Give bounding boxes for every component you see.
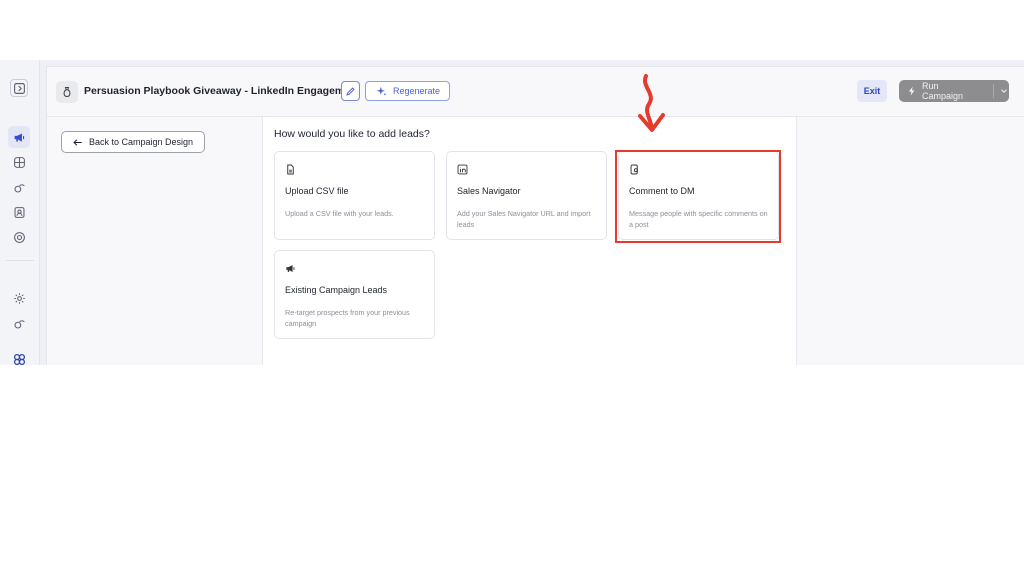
icon-rail	[0, 60, 40, 365]
run-campaign-button[interactable]: Run Campaign	[899, 80, 1009, 102]
app-frame: Persuasion Playbook Giveaway - LinkedIn …	[0, 60, 1024, 365]
grid-icon[interactable]	[8, 151, 30, 173]
lightning-icon	[908, 86, 915, 96]
lead-option-upload-csv[interactable]: Upload CSV file Upload a CSV file with y…	[274, 151, 435, 240]
link-icon[interactable]	[8, 176, 30, 198]
campaign-editor: Persuasion Playbook Giveaway - LinkedIn …	[46, 66, 1024, 365]
integrations-icon[interactable]	[8, 312, 30, 334]
arrow-left-icon	[73, 138, 82, 146]
chevron-down-icon	[1001, 89, 1007, 93]
right-pane	[796, 117, 1024, 365]
contact-card-icon[interactable]	[8, 201, 30, 223]
campaign-header: Persuasion Playbook Giveaway - LinkedIn …	[47, 67, 1024, 117]
lead-option-title: Upload CSV file	[285, 186, 349, 196]
settings-gear-icon[interactable]	[8, 287, 30, 309]
linkedin-icon	[457, 162, 469, 175]
lead-option-description: Upload a CSV file with your leads.	[285, 209, 394, 218]
annotation-arrow-icon	[638, 74, 665, 132]
support-icon[interactable]	[8, 226, 30, 248]
regenerate-button[interactable]: Regenerate	[365, 81, 450, 101]
lead-option-title: Existing Campaign Leads	[285, 285, 388, 295]
lead-option-existing-campaign-leads[interactable]: Existing Campaign Leads Re-target prospe…	[274, 250, 435, 339]
rail-divider	[6, 260, 34, 261]
lead-source-question: How would you like to add leads?	[274, 128, 430, 140]
sidebar-toggle-icon[interactable]	[10, 79, 28, 97]
annotation-highlight-box	[615, 150, 781, 243]
back-label: Back to Campaign Design	[89, 137, 194, 147]
exit-button[interactable]: Exit	[857, 80, 887, 102]
campaigns-megaphone-icon[interactable]	[8, 126, 30, 148]
megaphone-icon	[285, 261, 297, 273]
brand-logo-icon	[8, 348, 30, 365]
lead-option-description: Add your Sales Navigator URL and import …	[457, 209, 591, 229]
campaign-title: Persuasion Playbook Giveaway - LinkedIn …	[84, 85, 360, 97]
back-to-campaign-design-button[interactable]: Back to Campaign Design	[61, 131, 205, 153]
pencil-icon	[346, 86, 355, 96]
regenerate-label: Regenerate	[393, 86, 441, 96]
edit-title-button[interactable]	[341, 81, 360, 101]
sparkle-icon	[376, 86, 387, 96]
button-divider	[993, 84, 995, 98]
left-pane: Back to Campaign Design	[47, 117, 263, 365]
money-bag-icon	[56, 81, 78, 103]
lead-option-title: Sales Navigator	[457, 186, 521, 196]
lead-option-sales-navigator[interactable]: Sales Navigator Add your Sales Navigator…	[446, 151, 607, 240]
lead-option-description: Re-target prospects from your previous c…	[285, 308, 410, 328]
run-campaign-label: Run Campaign	[922, 81, 964, 101]
file-csv-icon	[285, 162, 297, 175]
